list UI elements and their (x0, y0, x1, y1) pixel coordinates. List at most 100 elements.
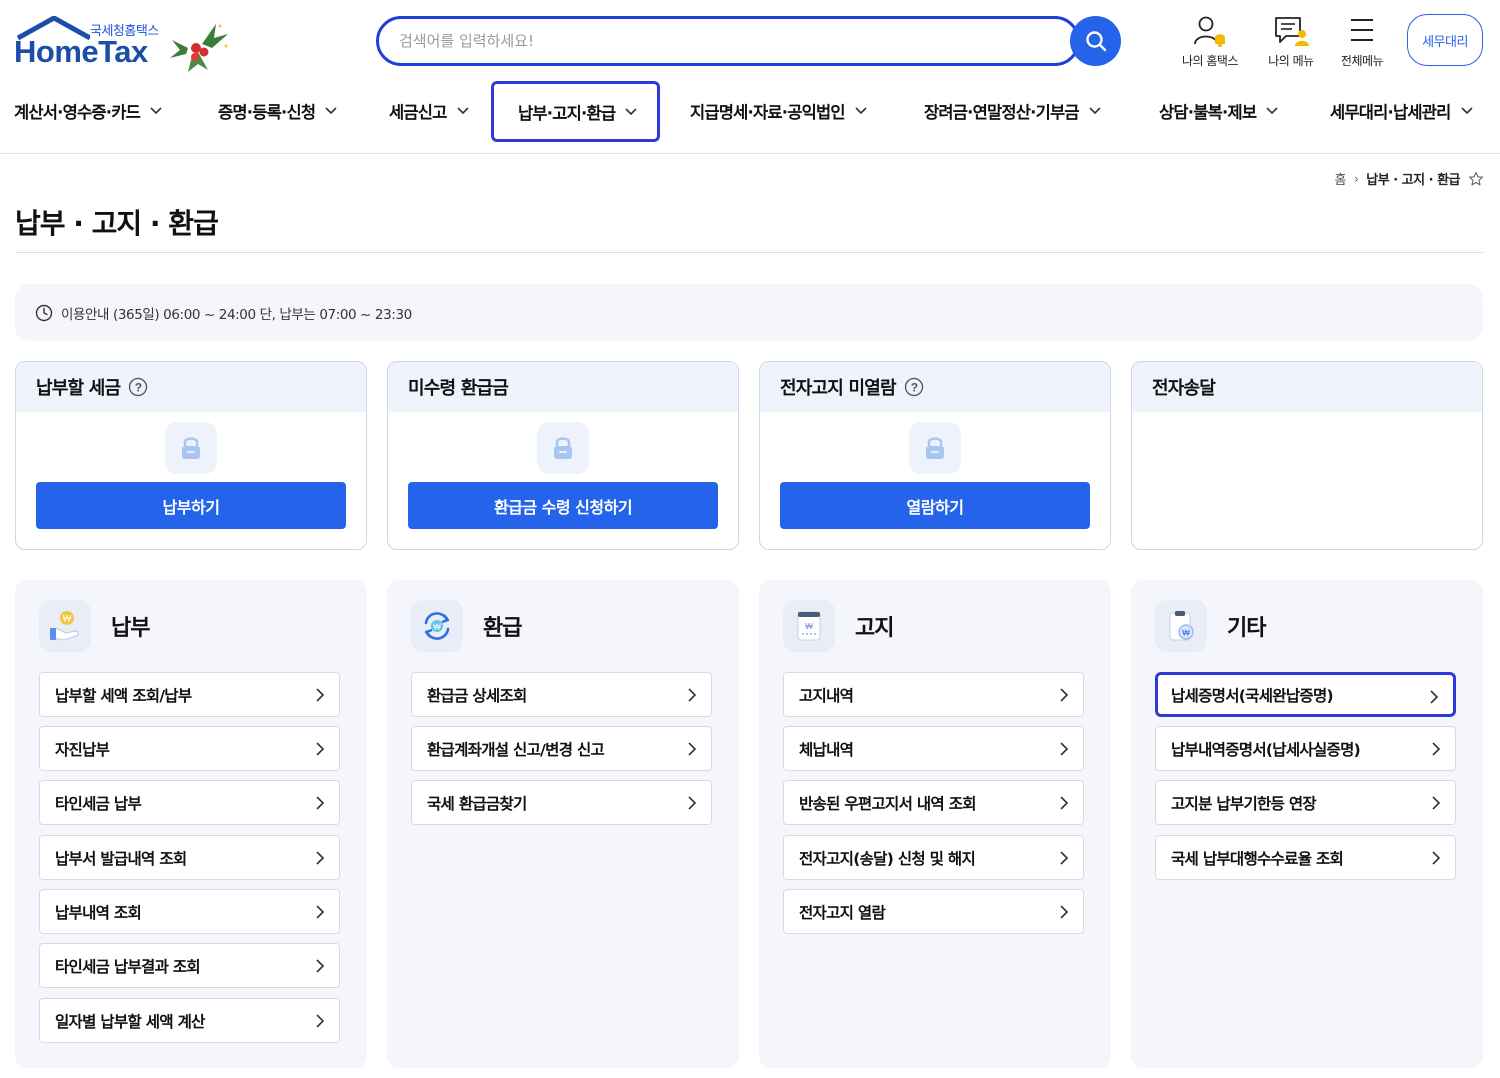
chevron-down-icon (456, 107, 469, 115)
chevron-down-icon (625, 107, 637, 115)
chevron-right-icon (316, 851, 325, 865)
notice-document-icon: ₩ (783, 600, 835, 652)
card-taxes-due: 납부할 세금 ? 납부하기 (15, 361, 367, 550)
nav-item-invoice[interactable]: 계산서·영수증·카드 (14, 80, 162, 142)
logo-big-text: HomeTax (14, 34, 148, 69)
search-button[interactable] (1070, 16, 1121, 66)
card-header: 전자송달 (1132, 362, 1482, 412)
search-box[interactable] (376, 16, 1080, 66)
card-unclaimed-refund: 미수령 환급금 환급금 수령 신청하기 (387, 361, 739, 550)
link-find-refund[interactable]: 국세 환급금찾기 (411, 780, 712, 825)
link-other-tax-result[interactable]: 타인세금 납부결과 조회 (39, 943, 340, 988)
search-icon (1085, 31, 1106, 52)
nav-item-label: 세무대리·납세관리 (1330, 103, 1451, 122)
chevron-right-icon (688, 688, 697, 702)
panel-title: 환급 (483, 616, 522, 641)
breadcrumb-current: 납부 · 고지 · 환급 (1366, 173, 1460, 188)
link-e-notice-apply[interactable]: 전자고지(송달) 신청 및 해지 (783, 835, 1084, 880)
refund-cycle-icon: ₩ (411, 600, 463, 652)
chevron-right-icon (1060, 851, 1069, 865)
link-payment-fact-certificate[interactable]: 납부내역증명서(납세사실증명) (1155, 726, 1456, 771)
link-label: 타인세금 납부결과 조회 (55, 957, 201, 976)
link-notice-history[interactable]: 고지내역 (783, 672, 1084, 717)
svg-text:₩: ₩ (805, 622, 813, 631)
link-arrears-history[interactable]: 체납내역 (783, 726, 1084, 771)
nav-item-tax-return[interactable]: 세금신고 (389, 80, 469, 142)
nav-item-payment[interactable]: 납부·고지·환급 (491, 81, 661, 142)
svg-text:₩: ₩ (433, 623, 441, 632)
my-menu-button[interactable]: 나의 메뉴 (1252, 14, 1330, 69)
svg-text:₩: ₩ (1182, 629, 1190, 638)
link-deadline-extension[interactable]: 고지분 납부기한등 연장 (1155, 780, 1456, 825)
lock-icon (909, 422, 961, 474)
link-label: 국세 납부대행수수료율 조회 (1171, 849, 1344, 868)
chevron-right-icon (1060, 796, 1069, 810)
link-returned-mail-notice[interactable]: 반송된 우편고지서 내역 조회 (783, 780, 1084, 825)
card-title: 전자송달 (1152, 378, 1216, 399)
star-icon[interactable] (1468, 171, 1484, 187)
nav-item-label: 납부·고지·환급 (518, 103, 616, 123)
link-label: 전자고지 열람 (799, 903, 886, 922)
card-title: 납부할 세금 (36, 378, 121, 399)
chevron-right-icon (316, 905, 325, 919)
panel-title: 고지 (855, 616, 894, 641)
panel-payment: ₩ 납부 납부할 세액 조회/납부 자진납부 타인세금 납부 납부서 발급내역 … (15, 580, 367, 1068)
link-label: 납부할 세액 조회/납부 (55, 686, 192, 705)
nav-item-consulting[interactable]: 상담·불복·제보 (1159, 80, 1278, 142)
main-nav: 계산서·영수증·카드 증명·등록·신청 세금신고 납부·고지·환급 지급명세·자… (0, 80, 1500, 154)
link-label: 타인세금 납부 (55, 794, 142, 813)
nav-item-incentives[interactable]: 장려금·연말정산·기부금 (924, 80, 1101, 142)
link-label: 납부내역 조회 (55, 903, 142, 922)
link-payment-slip-history[interactable]: 납부서 발급내역 조회 (39, 835, 340, 880)
help-icon[interactable]: ? (128, 377, 148, 397)
link-refund-detail[interactable]: 환급금 상세조회 (411, 672, 712, 717)
nav-item-tax-agent[interactable]: 세무대리·납세관리 (1330, 80, 1473, 142)
breadcrumb-home[interactable]: 홈 (1334, 169, 1346, 188)
tax-agent-button[interactable]: 세무대리 (1407, 14, 1483, 66)
link-e-notice-view[interactable]: 전자고지 열람 (783, 889, 1084, 934)
nav-item-certificate[interactable]: 증명·등록·신청 (218, 80, 337, 142)
link-label: 전자고지(송달) 신청 및 해지 (799, 849, 976, 868)
link-tax-payment-certificate[interactable]: 납세증명서(국세완납증명) (1155, 672, 1456, 717)
link-label: 환급금 상세조회 (427, 686, 527, 705)
view-button[interactable]: 열람하기 (780, 482, 1090, 529)
link-refund-account[interactable]: 환급계좌개설 신고/변경 신고 (411, 726, 712, 771)
link-other-tax-payment[interactable]: 타인세금 납부 (39, 780, 340, 825)
chevron-right-icon (1060, 688, 1069, 702)
chevron-right-icon (1060, 905, 1069, 919)
link-label: 국세 환급금찾기 (427, 794, 527, 813)
chevron-right-icon (688, 742, 697, 756)
chevron-right-icon (1430, 690, 1439, 704)
my-hometax-button[interactable]: 나의 홈택스 (1171, 14, 1249, 69)
chevron-down-icon (1089, 107, 1101, 115)
help-icon[interactable]: ? (904, 377, 924, 397)
link-self-payment[interactable]: 자진납부 (39, 726, 340, 771)
search-input[interactable] (399, 30, 1039, 52)
chevron-right-icon (316, 688, 325, 702)
chevron-down-icon (855, 107, 867, 115)
chevron-right-icon (1432, 796, 1441, 810)
panel-etc: ₩ 기타 납세증명서(국세완납증명) 납부내역증명서(납세사실증명) 고지분 납… (1131, 580, 1483, 1068)
nav-item-statements[interactable]: 지급명세·자료·공익법인 (690, 80, 867, 142)
chevron-right-icon (316, 959, 325, 973)
link-tax-due-inquiry[interactable]: 납부할 세액 조회/납부 (39, 672, 340, 717)
svg-text:₩: ₩ (63, 614, 72, 624)
link-daily-tax-calc[interactable]: 일자별 납부할 세액 계산 (39, 998, 340, 1043)
chevron-down-icon (150, 107, 162, 115)
link-payment-history[interactable]: 납부내역 조회 (39, 889, 340, 934)
menu-person-icon (1275, 17, 1309, 46)
hometax-logo[interactable]: 국세청홈택스 HomeTax (14, 14, 230, 76)
all-menu-label: 전체메뉴 (1340, 54, 1384, 68)
nav-item-label: 증명·등록·신청 (218, 103, 316, 122)
link-label: 체납내역 (799, 740, 854, 759)
panel-notice: ₩ 고지 고지내역 체납내역 반송된 우편고지서 내역 조회 전자고지(송달) … (759, 580, 1111, 1068)
person-bell-icon (1194, 16, 1225, 47)
pay-button[interactable]: 납부하기 (36, 482, 346, 529)
link-label: 납세증명서(국세완납증명) (1171, 686, 1334, 705)
all-menu-button[interactable]: 전체메뉴 (1323, 14, 1401, 69)
title-divider (15, 252, 1483, 253)
link-agency-fee-rate[interactable]: 국세 납부대행수수료율 조회 (1155, 835, 1456, 880)
refund-claim-button[interactable]: 환급금 수령 신청하기 (408, 482, 718, 529)
breadcrumb: 홈 › 납부 · 고지 · 환급 (1334, 169, 1484, 188)
my-hometax-label: 나의 홈택스 (1181, 54, 1239, 68)
